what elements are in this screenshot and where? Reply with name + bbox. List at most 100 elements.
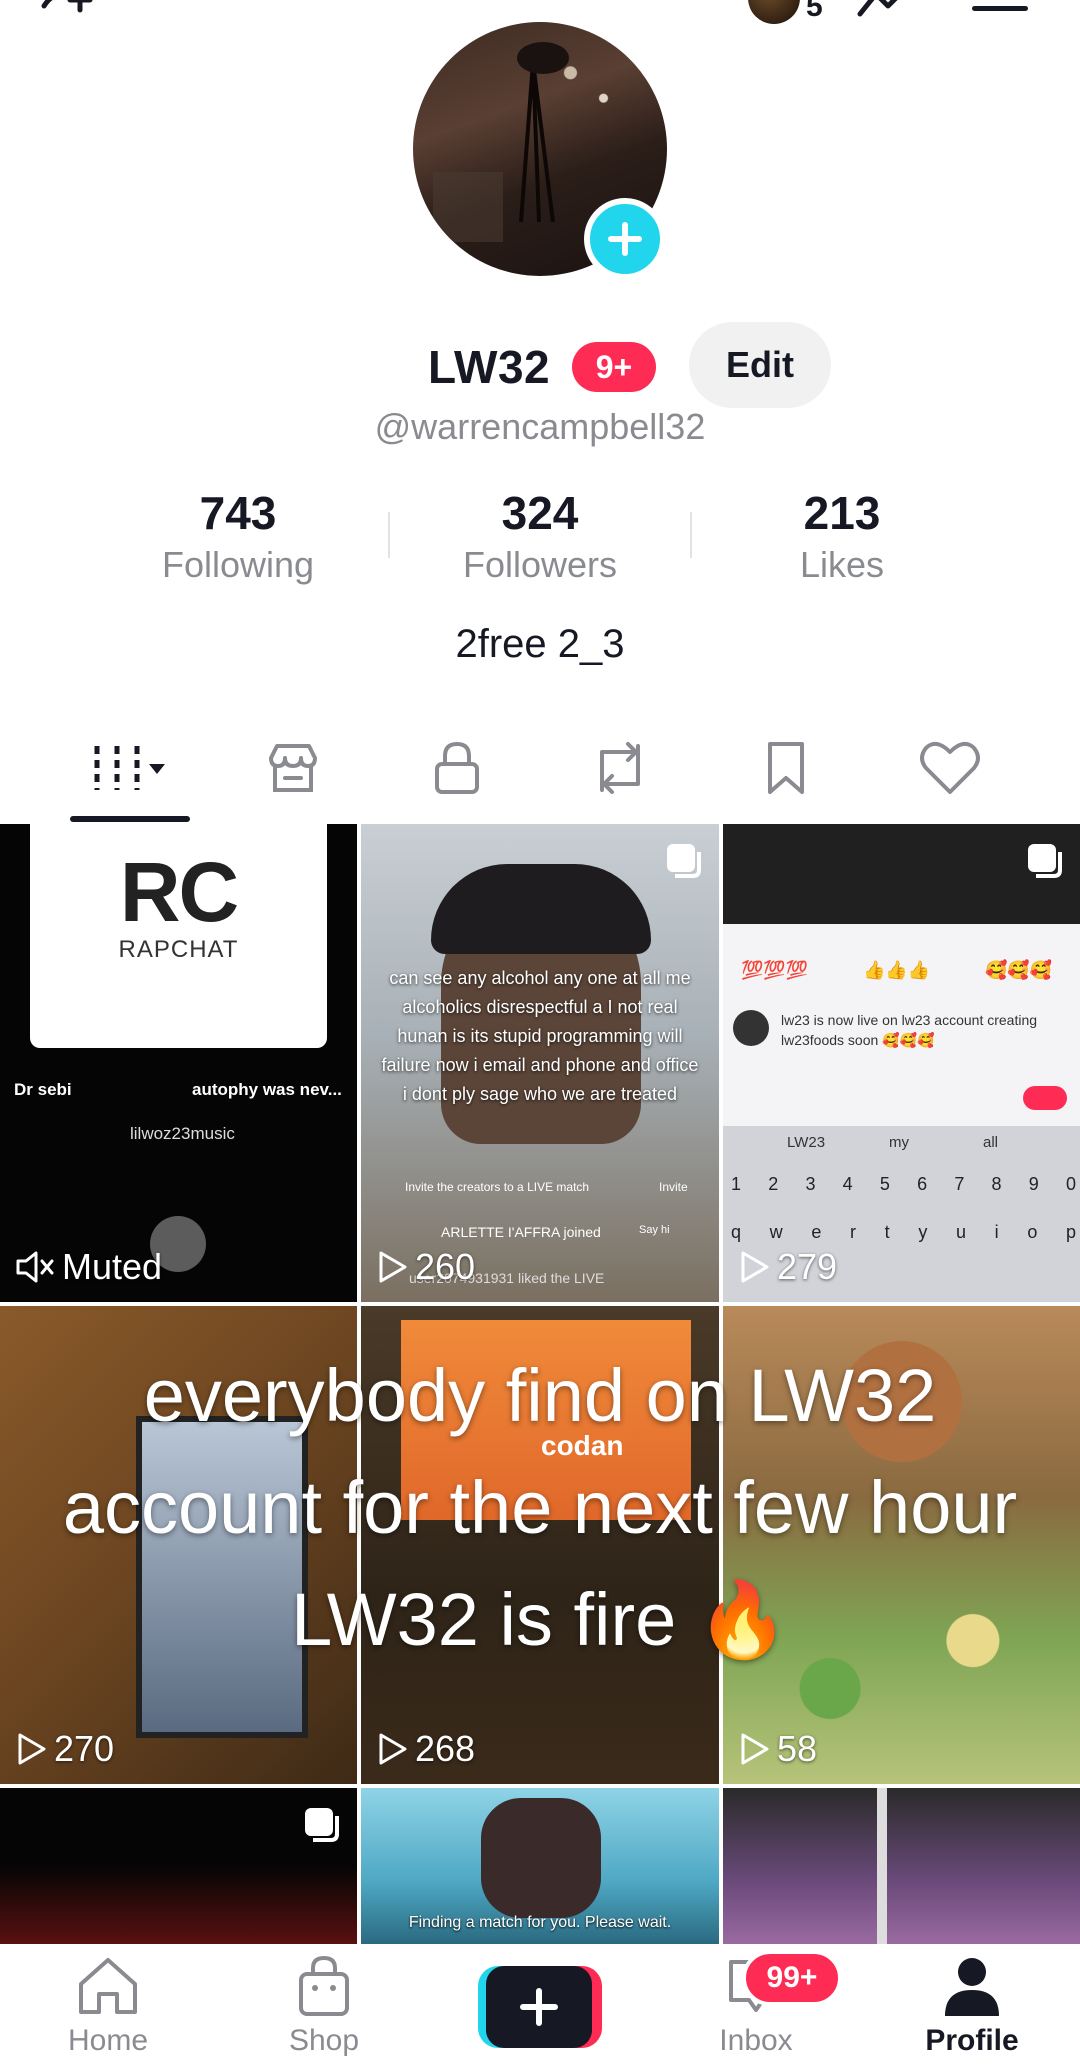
notification-count: 5 (806, 0, 823, 23)
thumb-key: 4 (842, 1174, 853, 1194)
stat-likes[interactable]: 213 Likes (722, 486, 962, 586)
plus-icon (608, 222, 642, 256)
video-tile[interactable]: 💯💯💯 👍👍👍 🥰🥰🥰 lw23 is now live on lw23 acc… (723, 824, 1080, 1302)
thumb-key: 9 (1028, 1174, 1039, 1194)
thumb-text: codan (541, 1430, 624, 1461)
nav-label: Home (67, 2024, 149, 2057)
tab-shop[interactable] (233, 720, 353, 816)
thumb-key: i (994, 1222, 999, 1242)
edit-profile-button[interactable]: Edit (689, 322, 831, 408)
thumb-screen (136, 1416, 308, 1738)
play-icon (741, 1733, 769, 1765)
bottom-nav: Home Shop Inbox Profile (0, 1944, 1080, 2072)
thumb-key: u (955, 1222, 966, 1242)
display-name: LW32 (428, 341, 551, 393)
video-tile[interactable]: 270 (0, 1306, 357, 1784)
bookmark-icon (768, 742, 804, 794)
video-tile[interactable]: codan 268 (361, 1306, 719, 1784)
video-tile[interactable]: Finding a match for you. Please wait. (361, 1788, 719, 1944)
rapchat-logo: RC (119, 845, 239, 939)
tab-favorites[interactable] (726, 720, 846, 816)
muted-indicator[interactable]: Muted (16, 1246, 162, 1288)
stat-value: 324 (501, 487, 579, 539)
video-tile[interactable] (723, 1788, 1080, 1944)
thumb-text: Dr sebi (14, 1080, 72, 1099)
thumb-text: my (889, 1134, 909, 1151)
thumb-monitor: codan (401, 1320, 691, 1520)
thumb-avatar (733, 1010, 769, 1046)
thumb-text: lw23 is now live on lw23 account creatin… (781, 1012, 1038, 1048)
multi-photo-icon (667, 844, 701, 878)
home-icon (79, 1958, 137, 2014)
view-count: 268 (377, 1728, 475, 1770)
thumb-key: 7 (954, 1174, 965, 1194)
view-count-value: 268 (415, 1728, 476, 1769)
thumb-keys-row-2: qwertyuiop (731, 1222, 1076, 1243)
thumb-key: 5 (879, 1174, 890, 1194)
play-icon (741, 1251, 769, 1283)
play-icon (379, 1251, 407, 1283)
name-badge[interactable]: 9+ (572, 342, 656, 392)
video-grid: RC RAPCHAT Dr sebi autophy was nev... li… (0, 824, 1080, 1944)
thumb-key: p (1065, 1222, 1076, 1242)
view-count: 260 (377, 1246, 475, 1288)
video-tile[interactable] (0, 1788, 357, 1944)
videos-grid-icon (94, 746, 165, 790)
stat-label: Following (161, 544, 315, 585)
active-tab-indicator (70, 816, 190, 822)
thumb-text: ARLETTE I'AFFRA joined (441, 1224, 601, 1240)
create-button[interactable] (478, 1966, 602, 2048)
thumb-robot (481, 1798, 601, 1918)
play-icon (18, 1733, 46, 1765)
username-handle: @warrencampbell32 (374, 406, 706, 447)
nav-home[interactable]: Home (38, 1954, 178, 2072)
thumb-text: 💯💯💯 (741, 960, 809, 980)
tab-liked[interactable] (890, 720, 1010, 816)
stat-followers[interactable]: 324 Followers (420, 486, 660, 586)
tab-reposts[interactable] (560, 720, 680, 816)
thumb-text: 🥰🥰🥰 (985, 960, 1053, 980)
thumb-key: q (731, 1222, 742, 1242)
view-count-value: 270 (54, 1728, 115, 1769)
add-friend-icon[interactable] (40, 0, 96, 26)
thumb-key: o (1027, 1222, 1038, 1242)
thumb-key: 0 (1065, 1174, 1076, 1194)
thumb-key: e (811, 1222, 822, 1242)
thumb-key: 1 (731, 1174, 742, 1194)
thumb-caption: can see any alcohol any one at all me al… (381, 968, 699, 1104)
heart-icon (920, 741, 980, 794)
nav-profile[interactable]: Profile (902, 1954, 1042, 2072)
stat-label: Likes (799, 544, 885, 585)
thumb-text: autophy was nev... (192, 1080, 342, 1099)
shop-icon (269, 744, 317, 792)
video-tile[interactable]: RC RAPCHAT Dr sebi autophy was nev... li… (0, 824, 357, 1302)
nav-shop[interactable]: Shop (254, 1954, 394, 2072)
stat-label: Followers (462, 544, 618, 585)
thumb-text: LW23 (787, 1134, 826, 1151)
video-tile[interactable]: 58 (723, 1306, 1080, 1784)
thumb-text: lilwoz23music (130, 1124, 235, 1143)
add-avatar-button[interactable] (584, 198, 666, 280)
rapchat-name: RAPCHAT (118, 936, 239, 963)
menu-icon[interactable] (972, 6, 1028, 11)
shopping-bag-icon (299, 1955, 349, 2016)
view-count: 270 (16, 1728, 114, 1770)
tab-videos[interactable] (70, 720, 190, 816)
tab-private[interactable] (397, 720, 517, 816)
multi-photo-icon (1028, 844, 1062, 878)
speaker-muted-icon (16, 1251, 54, 1283)
thumb-key: r (850, 1222, 856, 1242)
thumb-key: t (884, 1222, 890, 1242)
lock-icon (435, 741, 479, 794)
thumb-key: 6 (917, 1174, 928, 1194)
view-count: 58 (739, 1728, 817, 1770)
name-row: LW32 9+ Edit (0, 322, 1080, 408)
view-count-value: 58 (777, 1728, 818, 1769)
stat-following[interactable]: 743 Following (118, 486, 358, 586)
top-avatar[interactable] (748, 0, 800, 24)
video-tile[interactable]: can see any alcohol any one at all me al… (361, 824, 719, 1302)
view-count-value: 260 (415, 1246, 476, 1287)
repost-icon (600, 742, 640, 794)
rapchat-logo-card: RC RAPCHAT (30, 824, 327, 1048)
footprint-icon[interactable] (856, 0, 912, 24)
